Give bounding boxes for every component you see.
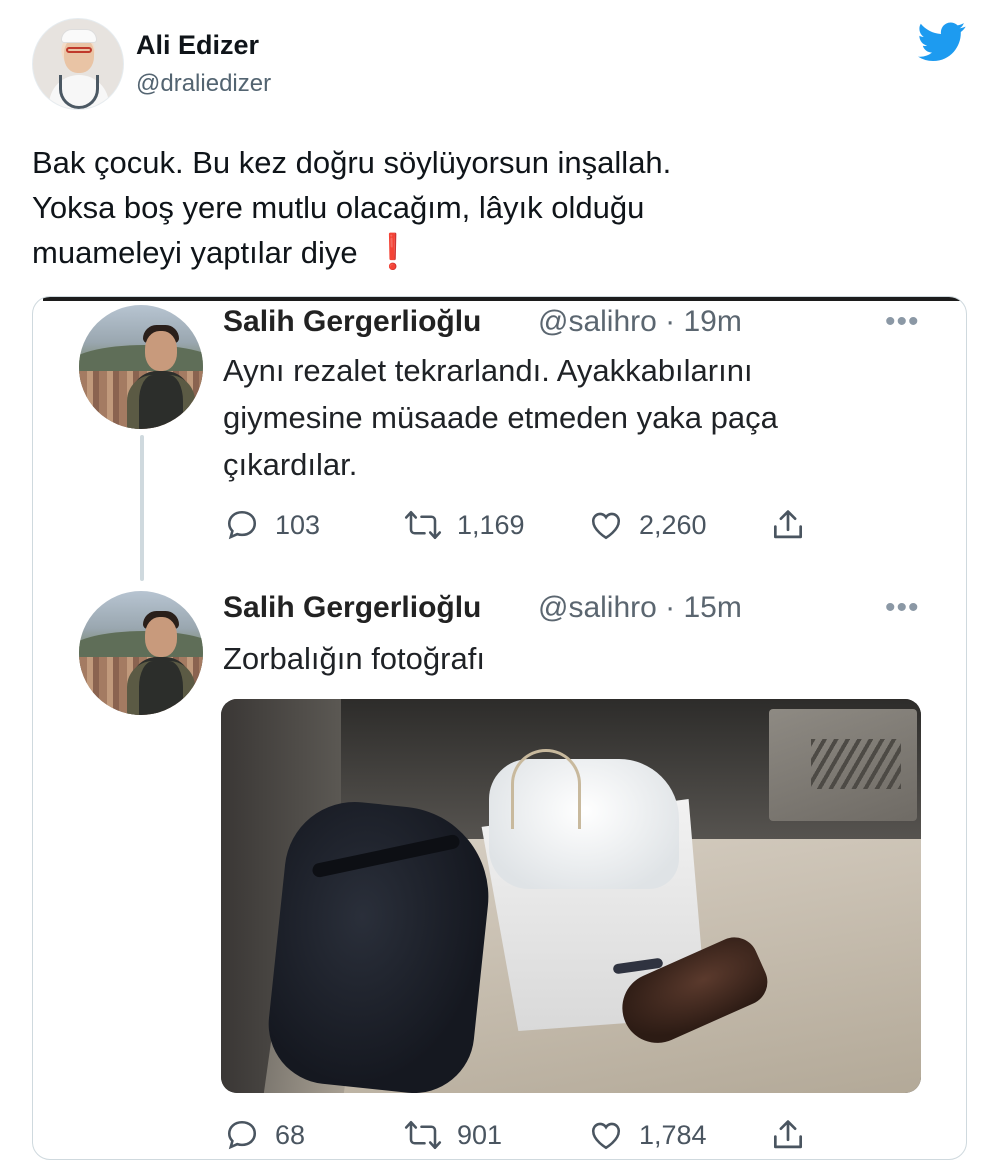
retweet-action: 1,169	[403, 505, 525, 545]
more-options-icon: •••	[885, 305, 920, 338]
reply-action: 103	[223, 505, 320, 545]
share-action	[769, 1115, 807, 1155]
reply-icon	[227, 1120, 257, 1150]
quoted-text-2: Zorbalığın fotoğrafı	[223, 641, 485, 676]
like-action: 1,784	[587, 1115, 707, 1155]
share-icon	[773, 510, 803, 539]
quoted-name-2: Salih Gergerlioğlu	[223, 591, 482, 624]
share-icon	[773, 1120, 803, 1149]
quoted-meta-1: @salihro · 19m	[538, 305, 742, 338]
like-count: 2,260	[639, 509, 707, 540]
author-avatar[interactable]	[32, 18, 124, 110]
quoted-avatar-1	[79, 305, 203, 429]
like-count: 1,784	[639, 1119, 707, 1150]
retweet-count: 1,169	[457, 509, 525, 540]
quoted-actions-2: 68 901 1,784	[223, 1115, 843, 1155]
quoted-text-1: Aynı rezalet tekrarlandı. Ayakkabılarını…	[223, 353, 778, 482]
retweet-icon	[404, 1120, 442, 1150]
reply-icon	[227, 510, 257, 540]
heart-icon	[591, 1122, 621, 1150]
retweet-icon	[404, 510, 442, 540]
twitter-bird-icon[interactable]	[918, 22, 966, 62]
tweet-body: Bak çocuk. Bu kez doğru söylüyorsun inşa…	[32, 145, 672, 270]
heart-icon	[591, 512, 621, 540]
author-handle[interactable]: @draliedizer	[136, 70, 271, 98]
thread-connector	[140, 435, 144, 581]
tweet-text: Bak çocuk. Bu kez doğru söylüyorsun inşa…	[32, 140, 932, 275]
reply-count: 68	[275, 1119, 306, 1150]
more-options-icon: •••	[885, 591, 920, 624]
like-action: 2,260	[587, 505, 707, 545]
screenshot-top-edge	[43, 297, 960, 301]
quoted-actions-1: 103 1,169 2,260	[223, 505, 843, 545]
tweet-card: Ali Edizer @draliedizer Bak çocuk. Bu ke…	[0, 0, 988, 1176]
quoted-name-1: Salih Gergerlioğlu	[223, 305, 482, 338]
embedded-screenshot[interactable]: Salih Gergerlioğlu @salihro · 19m ••• Ay…	[32, 296, 967, 1160]
reply-count: 103	[275, 509, 321, 540]
quoted-photo	[221, 699, 921, 1093]
retweet-count: 901	[457, 1119, 503, 1150]
share-action	[769, 505, 807, 545]
quoted-avatar-2	[79, 591, 203, 715]
reply-action: 68	[223, 1115, 305, 1155]
retweet-action: 901	[403, 1115, 502, 1155]
author-display-name[interactable]: Ali Edizer	[136, 30, 259, 61]
exclamation-emoji: ❗	[371, 233, 414, 271]
quoted-meta-2: @salihro · 15m	[538, 591, 742, 624]
